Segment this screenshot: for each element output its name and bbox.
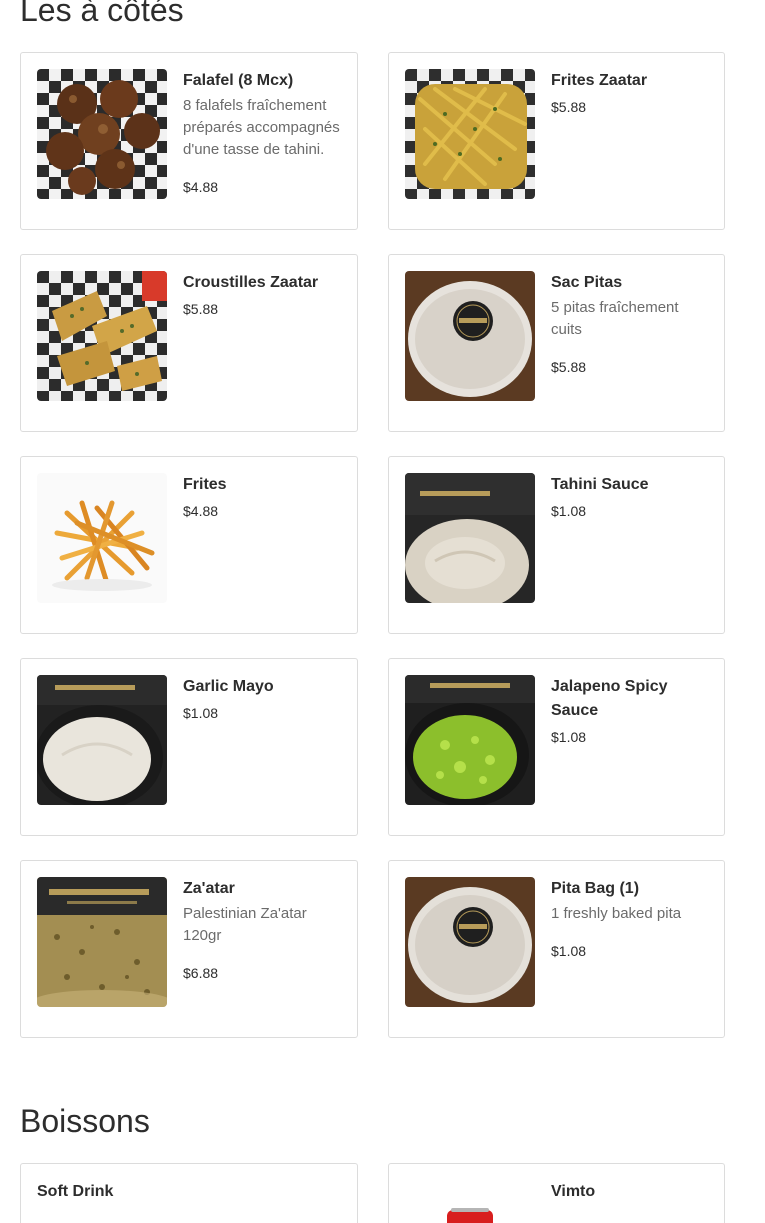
menu-item-name: Tahini Sauce: [551, 476, 649, 493]
falafel-image: [37, 69, 167, 199]
menu-item-description: Palestinian Za'atar 120gr: [183, 905, 307, 944]
menu-item-soft-drink[interactable]: Soft Drink: [20, 1163, 358, 1223]
menu-item-vimto[interactable]: Vimto: [388, 1163, 725, 1223]
garlic-mayo-image: [37, 675, 167, 805]
menu-item-tahini-sauce[interactable]: Tahini Sauce $1.08: [388, 456, 725, 634]
menu-item-price: $6.88: [183, 965, 219, 981]
menu-item-price: $5.88: [183, 301, 219, 317]
menu-item-description: 5 pitas fraîchement cuits: [551, 299, 679, 338]
menu-item-name: Vimto: [551, 1183, 596, 1200]
drinks-menu-grid: Soft Drink Vimto: [20, 1163, 725, 1223]
menu-item-price: $1.08: [551, 943, 587, 959]
section-title-sides: Les à côtés: [20, 0, 184, 28]
menu-item-description: 8 falafels fraîchement préparés accompag…: [183, 97, 340, 158]
menu-item-name: Jalapeno Spicy Sauce: [551, 678, 668, 719]
menu-item-jalapeno-spicy-sauce[interactable]: Jalapeno Spicy Sauce $1.08: [388, 658, 725, 836]
menu-item-name: Za'atar: [183, 880, 235, 897]
menu-item-price: $1.08: [551, 729, 587, 745]
menu-item-falafel[interactable]: Falafel (8 Mcx) 8 falafels fraîchement p…: [20, 52, 358, 230]
zaatar-fries-image: [405, 69, 535, 199]
menu-item-croustilles-zaatar[interactable]: Croustilles Zaatar $5.88: [20, 254, 358, 432]
fries-image: [37, 473, 167, 603]
menu-item-name: Sac Pitas: [551, 274, 623, 291]
sides-menu-grid: Falafel (8 Mcx) 8 falafels fraîchement p…: [20, 52, 725, 1038]
menu-item-frites-zaatar[interactable]: Frites Zaatar $5.88: [388, 52, 725, 230]
menu-item-name: Falafel (8 Mcx): [183, 72, 294, 89]
zaatar-chips-image: [37, 271, 167, 401]
menu-item-price: $5.88: [551, 359, 587, 375]
menu-item-name: Frites: [183, 476, 227, 493]
section-title-drinks: Boissons: [20, 1103, 150, 1139]
pita-bag-image: [405, 271, 535, 401]
menu-item-zaatar[interactable]: Za'atar Palestinian Za'atar 120gr $6.88: [20, 860, 358, 1038]
menu-item-price: $1.08: [551, 503, 587, 519]
menu-item-frites[interactable]: Frites $4.88: [20, 456, 358, 634]
menu-item-name: Frites Zaatar: [551, 72, 648, 89]
zaatar-tub-image: [37, 877, 167, 1007]
menu-item-price: $1.08: [183, 705, 219, 721]
menu-item-pita-bag-1[interactable]: Pita Bag (1) 1 freshly baked pita $1.08: [388, 860, 725, 1038]
menu-item-name: Soft Drink: [37, 1183, 114, 1200]
jalapeno-sauce-image: [405, 675, 535, 805]
menu-item-garlic-mayo[interactable]: Garlic Mayo $1.08: [20, 658, 358, 836]
menu-item-price: $4.88: [183, 179, 219, 195]
menu-item-sac-pitas[interactable]: Sac Pitas 5 pitas fraîchement cuits $5.8…: [388, 254, 725, 432]
menu-item-name: Pita Bag (1): [551, 880, 640, 897]
menu-item-price: $4.88: [183, 503, 219, 519]
menu-item-price: $5.88: [551, 99, 587, 115]
menu-item-name: Croustilles Zaatar: [183, 274, 319, 291]
menu-item-name: Garlic Mayo: [183, 678, 274, 695]
single-pita-image: [405, 877, 535, 1007]
menu-item-description: 1 freshly baked pita: [551, 905, 682, 922]
tahini-sauce-image: [405, 473, 535, 603]
